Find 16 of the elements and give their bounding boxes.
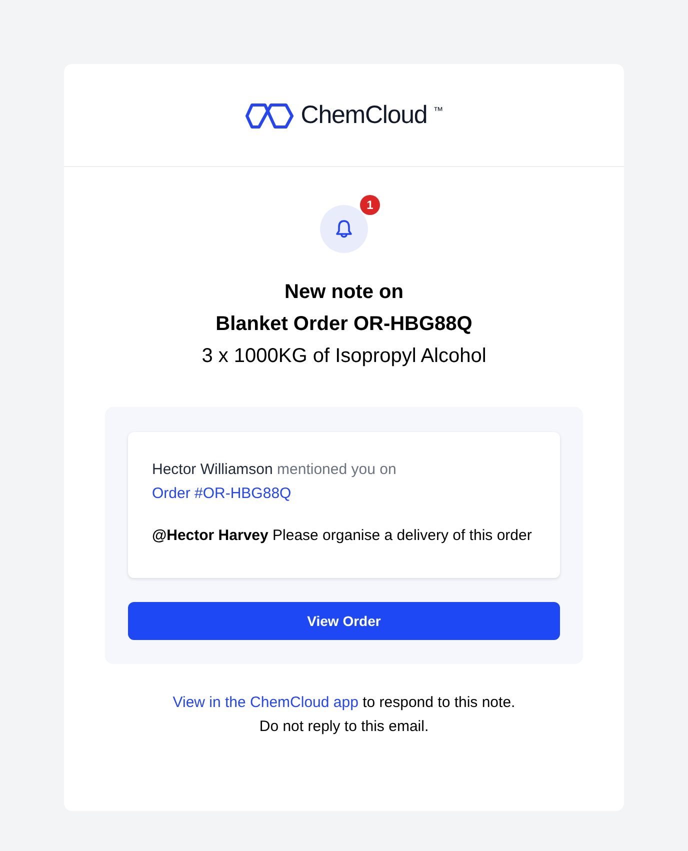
logo-text: ChemCloud bbox=[300, 100, 428, 132]
order-title: Blanket Order OR-HBG88Q bbox=[216, 312, 472, 337]
heading-line: New note on bbox=[284, 280, 404, 305]
author-name: Hector Williamson bbox=[152, 461, 273, 478]
note-message: @Hector Harvey Please organise a delivery of this order bbox=[152, 526, 533, 546]
footer-text: View in the ChemCloud app to respond to this note. bbox=[172, 693, 516, 713]
logo-icon bbox=[244, 103, 295, 129]
order-link[interactable]: Order #OR-HBG88Q bbox=[152, 482, 292, 506]
order-subtitle: 3 x 1000KG of Isopropyl Alcohol bbox=[202, 344, 486, 369]
bell-icon bbox=[335, 219, 353, 239]
trademark-mark: ™ bbox=[433, 105, 444, 119]
notification-count: 1 bbox=[360, 195, 380, 215]
footer-notice: Do not reply to this email. bbox=[259, 717, 429, 737]
app-link[interactable]: View in the ChemCloud app bbox=[172, 694, 358, 711]
view-order-button[interactable]: View Order bbox=[128, 602, 560, 640]
mention-text: mentioned you on bbox=[277, 461, 396, 478]
